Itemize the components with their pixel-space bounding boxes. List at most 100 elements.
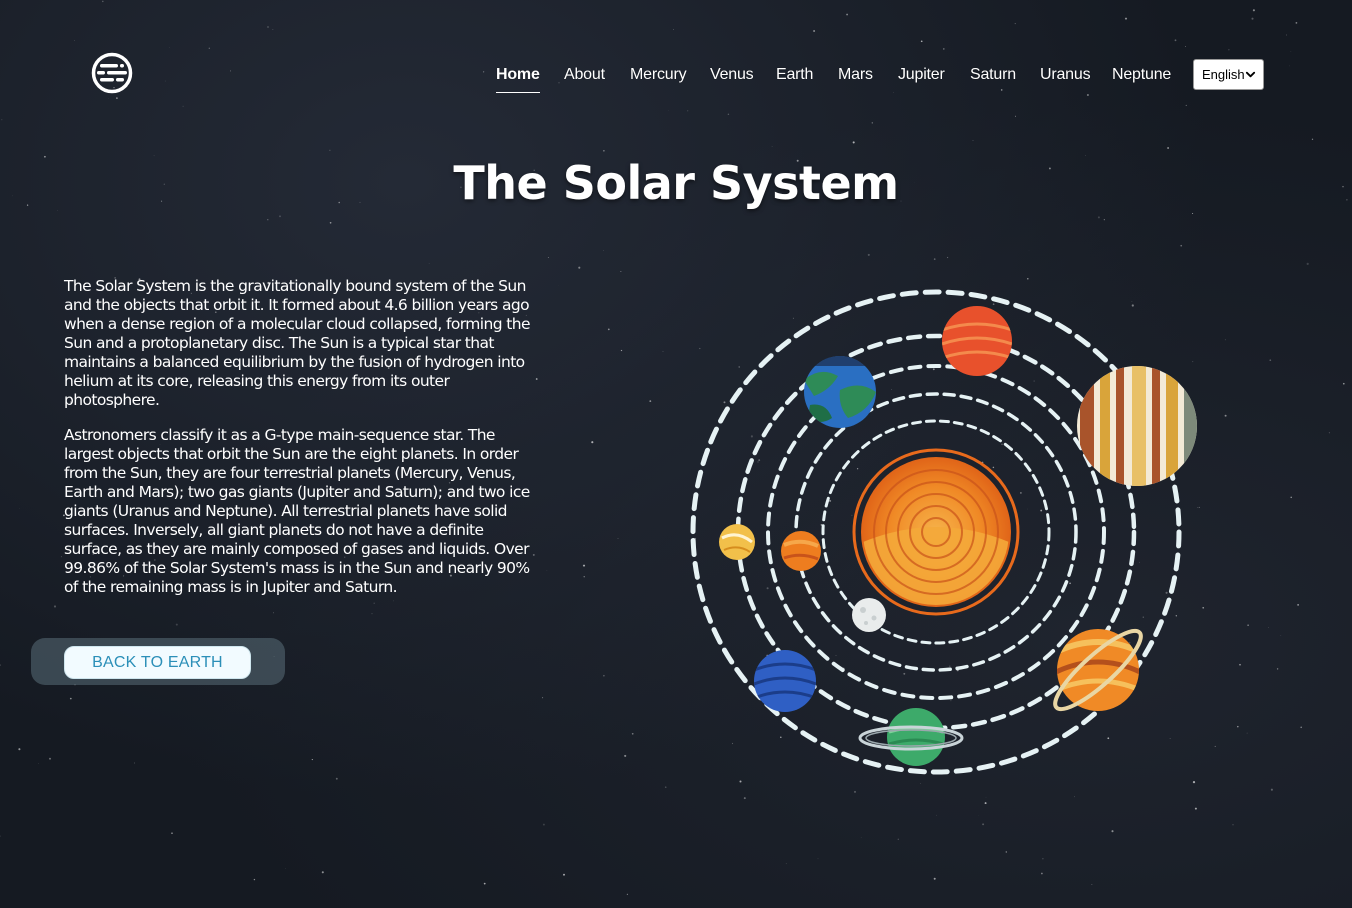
- star: [920, 40, 923, 43]
- star: [947, 256, 949, 259]
- star: [817, 858, 819, 860]
- star: [1306, 262, 1309, 265]
- language-select[interactable]: English: [1193, 59, 1264, 90]
- star: [771, 146, 773, 147]
- mercury-planet-icon: [852, 598, 886, 632]
- star: [371, 612, 373, 615]
- star: [649, 400, 652, 402]
- star: [603, 674, 605, 677]
- star: [1247, 624, 1249, 626]
- back-to-earth-button[interactable]: BACK TO EARTH: [64, 646, 251, 679]
- star: [547, 256, 549, 259]
- star: [1237, 725, 1239, 728]
- star: [578, 266, 581, 269]
- star: [329, 221, 332, 224]
- star: [673, 29, 674, 31]
- star: [38, 763, 39, 764]
- star: [108, 98, 109, 99]
- nav-mars[interactable]: Mars: [838, 66, 873, 84]
- star: [972, 140, 974, 141]
- star: [1111, 830, 1114, 833]
- sun-icon: [852, 448, 1020, 616]
- star: [1342, 382, 1345, 385]
- star: [871, 122, 873, 124]
- star: [1074, 796, 1075, 798]
- back-button-container: BACK TO EARTH: [31, 638, 285, 685]
- intro-paragraph-2: Astronomers classify it as a G-type main…: [64, 426, 530, 596]
- star: [542, 823, 545, 826]
- star: [69, 697, 72, 700]
- neptune-planet-icon: [754, 650, 816, 712]
- star: [1228, 49, 1230, 51]
- nav-earth[interactable]: Earth: [776, 66, 813, 84]
- nav-about[interactable]: About: [564, 66, 605, 84]
- star: [1280, 635, 1282, 636]
- logo-icon[interactable]: [91, 52, 133, 94]
- star: [1300, 726, 1302, 729]
- star: [1214, 745, 1216, 747]
- star: [1014, 23, 1016, 25]
- nav-uranus[interactable]: Uranus: [1040, 66, 1091, 84]
- nav-saturn[interactable]: Saturn: [970, 66, 1016, 84]
- star: [164, 80, 166, 82]
- star: [1167, 147, 1170, 149]
- star: [1086, 93, 1089, 97]
- star: [727, 113, 730, 116]
- star: [272, 29, 274, 30]
- star: [1328, 432, 1330, 434]
- star: [60, 556, 62, 558]
- star: [0, 835, 1, 837]
- star: [1252, 9, 1255, 12]
- star: [664, 786, 667, 789]
- star: [483, 71, 485, 73]
- star: [1268, 627, 1269, 629]
- star: [853, 790, 857, 793]
- star: [1180, 244, 1183, 247]
- star: [102, 0, 104, 3]
- star: [267, 26, 269, 28]
- star: [1042, 858, 1044, 860]
- nav-neptune[interactable]: Neptune: [1112, 66, 1171, 84]
- venus-planet-icon: [781, 531, 821, 571]
- star: [1202, 606, 1205, 609]
- star: [285, 868, 286, 869]
- star: [1251, 17, 1254, 20]
- star: [607, 328, 610, 331]
- star: [982, 823, 985, 826]
- star: [603, 150, 605, 152]
- star: [942, 48, 945, 50]
- nav-home[interactable]: Home: [496, 66, 540, 93]
- star: [1091, 884, 1093, 886]
- star: [846, 13, 849, 16]
- star: [311, 759, 313, 761]
- star: [687, 110, 689, 112]
- star: [813, 30, 816, 32]
- star: [182, 105, 184, 107]
- star: [603, 249, 604, 251]
- mars-planet-icon: [942, 306, 1012, 376]
- star: [662, 351, 664, 352]
- nav-jupiter[interactable]: Jupiter: [898, 66, 945, 84]
- star: [624, 754, 627, 757]
- star: [1295, 22, 1298, 24]
- nav-mercury[interactable]: Mercury: [630, 66, 687, 84]
- star: [321, 871, 324, 874]
- saturn-planet-icon: [1053, 628, 1143, 712]
- star: [230, 70, 232, 72]
- star: [1286, 34, 1287, 36]
- star: [668, 110, 669, 111]
- nav-venus[interactable]: Venus: [710, 66, 754, 84]
- star: [583, 576, 585, 578]
- star: [253, 878, 256, 881]
- star: [582, 564, 586, 567]
- star: [1290, 51, 1292, 52]
- star: [893, 92, 894, 94]
- language-select-value: English: [1202, 67, 1245, 82]
- star: [1005, 851, 1008, 853]
- star: [483, 882, 486, 885]
- star: [620, 270, 622, 272]
- star: [1224, 339, 1226, 341]
- star: [936, 814, 938, 816]
- star: [867, 253, 870, 256]
- star: [620, 349, 623, 352]
